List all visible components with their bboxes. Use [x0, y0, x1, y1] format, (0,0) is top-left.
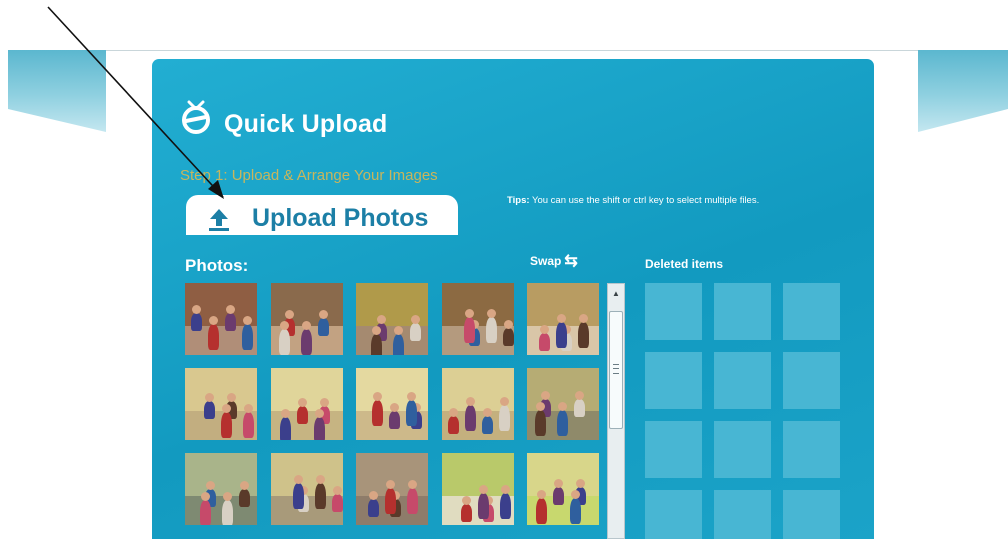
annotation-arrow [47, 6, 224, 199]
